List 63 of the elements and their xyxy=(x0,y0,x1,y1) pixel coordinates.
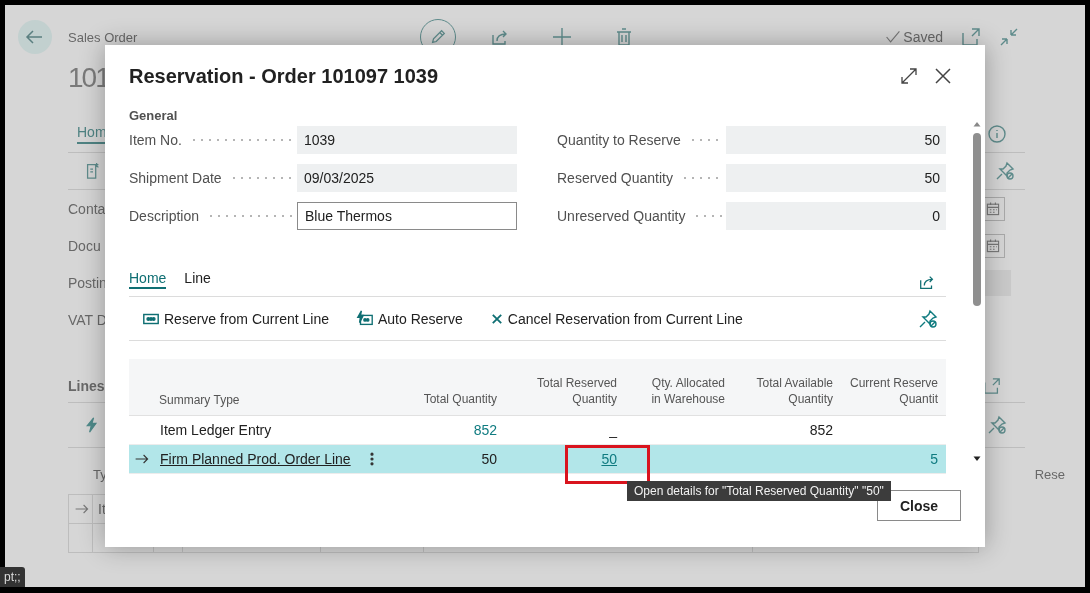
column-header[interactable]: Qty. Allocated in Warehouse xyxy=(625,375,733,415)
input-field: 50 xyxy=(726,164,946,192)
collapse-icon[interactable] xyxy=(999,27,1019,47)
action-button[interactable]: Cancel Reservation from Current Line xyxy=(489,310,743,327)
calendar-icon xyxy=(985,200,1001,217)
column-header: Rese xyxy=(1034,466,1065,482)
field-label: Docu xyxy=(68,237,101,254)
tab[interactable]: Line xyxy=(184,270,211,289)
table-row[interactable]: Firm Planned Prod. Order Line 50 50 5 xyxy=(129,445,946,474)
plus-icon[interactable] xyxy=(552,27,572,47)
saved-status: Saved xyxy=(903,29,943,45)
cancel-icon xyxy=(489,311,504,326)
trash-icon[interactable] xyxy=(614,27,634,47)
back-button[interactable] xyxy=(18,20,52,54)
action-button[interactable]: Reserve from Current Line xyxy=(142,309,329,328)
column-header[interactable]: Total Available Quantity xyxy=(733,375,841,415)
table-cell[interactable]: Firm Planned Prod. Order Line xyxy=(160,451,351,467)
column-header[interactable]: Total Quantity xyxy=(388,391,505,415)
tooltip: pt;; xyxy=(0,567,25,587)
field-label: Quantity to Reserve xyxy=(557,132,681,148)
tooltip: Open details for "Total Reserved Quantity" "50" xyxy=(627,481,891,501)
input-field: 50 xyxy=(726,126,946,154)
open-new-window-icon[interactable] xyxy=(961,27,981,47)
field-label: Shipment Date xyxy=(129,170,222,186)
lightning-icon xyxy=(84,417,100,433)
close-icon[interactable] xyxy=(933,66,953,86)
tab[interactable]: Home xyxy=(129,270,167,289)
expand-icon[interactable] xyxy=(899,66,919,86)
table-cell: _ xyxy=(609,422,617,438)
field-label: Reserved Quantity xyxy=(557,170,673,186)
table-cell: 852 xyxy=(809,422,833,438)
table-cell: 50 xyxy=(481,451,497,467)
lightning-reserve-icon xyxy=(355,309,374,328)
pin-icon[interactable] xyxy=(987,415,1007,435)
info-icon[interactable] xyxy=(987,124,1007,144)
input-field[interactable]: Blue Thermos xyxy=(297,202,517,230)
table-cell[interactable]: 5 xyxy=(930,451,938,467)
field-label: Conta xyxy=(68,200,106,217)
input-field: 09/03/2025 xyxy=(297,164,517,192)
column-header[interactable]: Current Reserve Quantit xyxy=(841,375,946,415)
pencil-icon xyxy=(429,28,447,46)
pin-icon[interactable] xyxy=(918,308,938,329)
check-icon xyxy=(885,29,902,45)
pin-icon[interactable] xyxy=(995,161,1015,181)
column-header[interactable]: Total Reserved Quantity xyxy=(505,375,625,415)
table-cell: Item Ledger Entry xyxy=(160,422,272,438)
field-label: Unreserved Quantity xyxy=(557,208,686,224)
table-cell[interactable]: 852 xyxy=(473,422,497,438)
dialog-title: Reservation - Order 101097 1039 xyxy=(129,64,440,88)
section-title: General xyxy=(129,108,179,124)
action-button[interactable]: Auto Reserve xyxy=(355,309,463,328)
table-cell[interactable]: 50 xyxy=(601,451,617,467)
input-field: 1039 xyxy=(297,126,517,154)
field-label: Description xyxy=(129,208,200,224)
column-header[interactable]: Summary Type xyxy=(155,392,388,415)
scrollbar-thumb[interactable] xyxy=(973,133,981,306)
calendar-icon xyxy=(985,237,1001,254)
page-caption: Sales Order xyxy=(68,29,138,45)
section-title: Lines xyxy=(68,378,105,394)
field-label: Item No. xyxy=(129,132,182,148)
input-field: 0 xyxy=(726,202,946,230)
input-field[interactable] xyxy=(983,269,1011,296)
record-number: 101 xyxy=(68,61,109,95)
